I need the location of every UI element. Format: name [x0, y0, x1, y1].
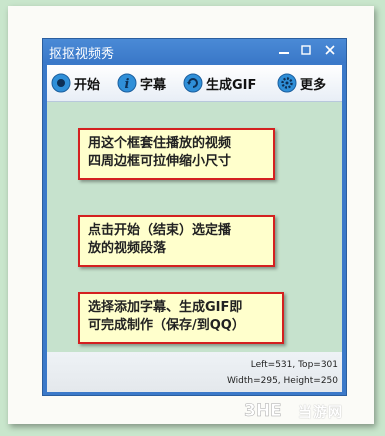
more-label: 更多 [300, 77, 327, 93]
tip-save-line2: 可完成制作（保存/到QQ） [88, 318, 245, 333]
tip-frame-line2: 四周边框可拉伸缩小尺寸 [88, 154, 232, 169]
start-label: 开始 [74, 77, 101, 93]
status-bar: Left=531, Top=301 Width=295, Height=250 [47, 352, 342, 392]
subtitle-label: 字幕 [140, 77, 167, 93]
subtitle-button[interactable]: i 字幕 [117, 72, 166, 94]
tip-box-frame: 用这个框套住播放的视频 四周边框可拉伸缩小尺寸 [78, 128, 275, 180]
tip-start-line2: 放的视频段落 [88, 241, 167, 256]
tip-start-line1: 点击开始（结束）选定播 [88, 223, 232, 238]
tip-box-save: 选择添加字幕、生成GIF即 可完成制作（保存/到QQ） [78, 292, 284, 344]
svg-text:i: i [125, 77, 130, 92]
position-readout: Left=531, Top=301 [250, 360, 338, 370]
toolbar: 开始 i 字幕 生成GIF 更多 [47, 65, 342, 102]
maximize-icon [301, 45, 311, 55]
app-window: 抠抠视频秀 开始 i 字幕 生成GIF 更多 用这个框套住播放的视频 四周边框可… [42, 38, 347, 396]
tip-save-line1: 选择添加字幕、生成GIF即 [88, 300, 243, 315]
generate-gif-button[interactable]: 生成GIF [183, 72, 256, 94]
minimize-icon [279, 52, 289, 54]
watermark-text: 当游网 [298, 405, 343, 421]
watermark-logo-icon: 3HE [244, 401, 282, 421]
info-icon: i [117, 73, 137, 93]
window-title: 抠抠视频秀 [49, 47, 115, 62]
close-button[interactable] [319, 40, 341, 60]
title-bar[interactable]: 抠抠视频秀 [43, 39, 346, 63]
tip-frame-line1: 用这个框套住播放的视频 [88, 136, 232, 151]
maximize-button[interactable] [295, 40, 317, 60]
video-capture-area[interactable]: 用这个框套住播放的视频 四周边框可拉伸缩小尺寸 点击开始（结束）选定播 放的视频… [47, 102, 342, 352]
size-readout: Width=295, Height=250 [226, 376, 338, 386]
refresh-icon [183, 73, 203, 93]
tip-box-start: 点击开始（结束）选定播 放的视频段落 [78, 215, 275, 267]
start-button[interactable]: 开始 [51, 72, 100, 94]
minimize-button[interactable] [273, 40, 295, 60]
close-icon [325, 45, 335, 55]
gear-icon [277, 73, 297, 93]
more-button[interactable]: 更多 [277, 72, 326, 94]
play-icon [51, 73, 71, 93]
generate-gif-label: 生成GIF [206, 77, 257, 93]
svg-text:3HE: 3HE [244, 401, 282, 421]
